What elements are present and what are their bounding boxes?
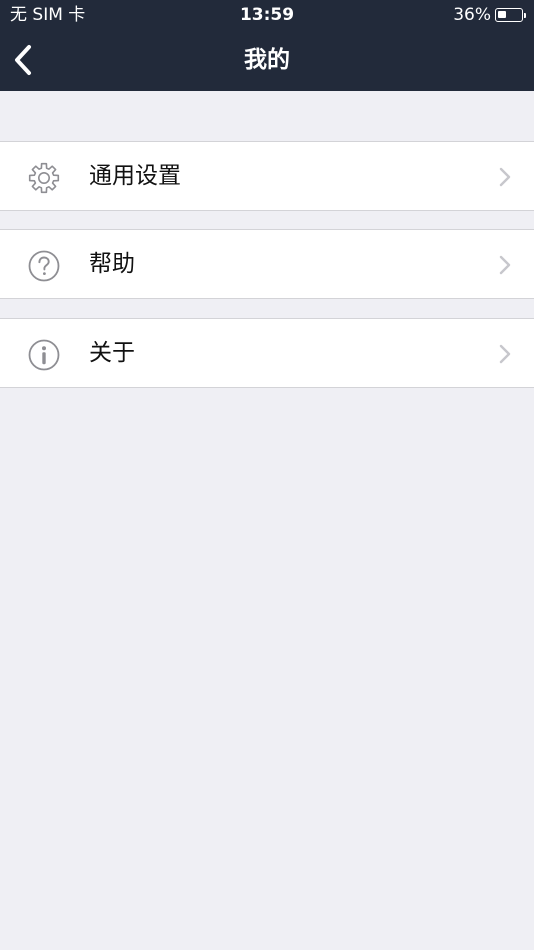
navigation-bar: 我的 [0,30,534,91]
menu-item-label: 通用设置 [89,163,181,189]
chevron-right-icon [499,344,511,364]
menu-item-help[interactable]: 帮助 [0,229,534,299]
status-bar: 无 SIM 卡 13:59 36% [0,0,534,30]
gear-icon [28,162,60,194]
menu-item-about[interactable]: 关于 [0,318,534,388]
page-title: 我的 [244,47,290,73]
top-bar: 无 SIM 卡 13:59 36% 我的 [0,0,534,91]
menu-item-label: 帮助 [89,251,135,277]
chevron-right-icon [499,255,511,275]
battery-level-fill [498,11,506,18]
question-circle-icon [28,250,60,282]
chevron-right-icon [499,167,511,187]
battery-percent: 36% [453,5,491,25]
menu-item-label: 关于 [89,340,135,366]
battery-indicator: 36% [453,5,526,25]
battery-icon [495,8,523,22]
battery-tip [524,12,526,18]
menu-item-general-settings[interactable]: 通用设置 [0,141,534,211]
info-circle-icon [28,339,60,371]
